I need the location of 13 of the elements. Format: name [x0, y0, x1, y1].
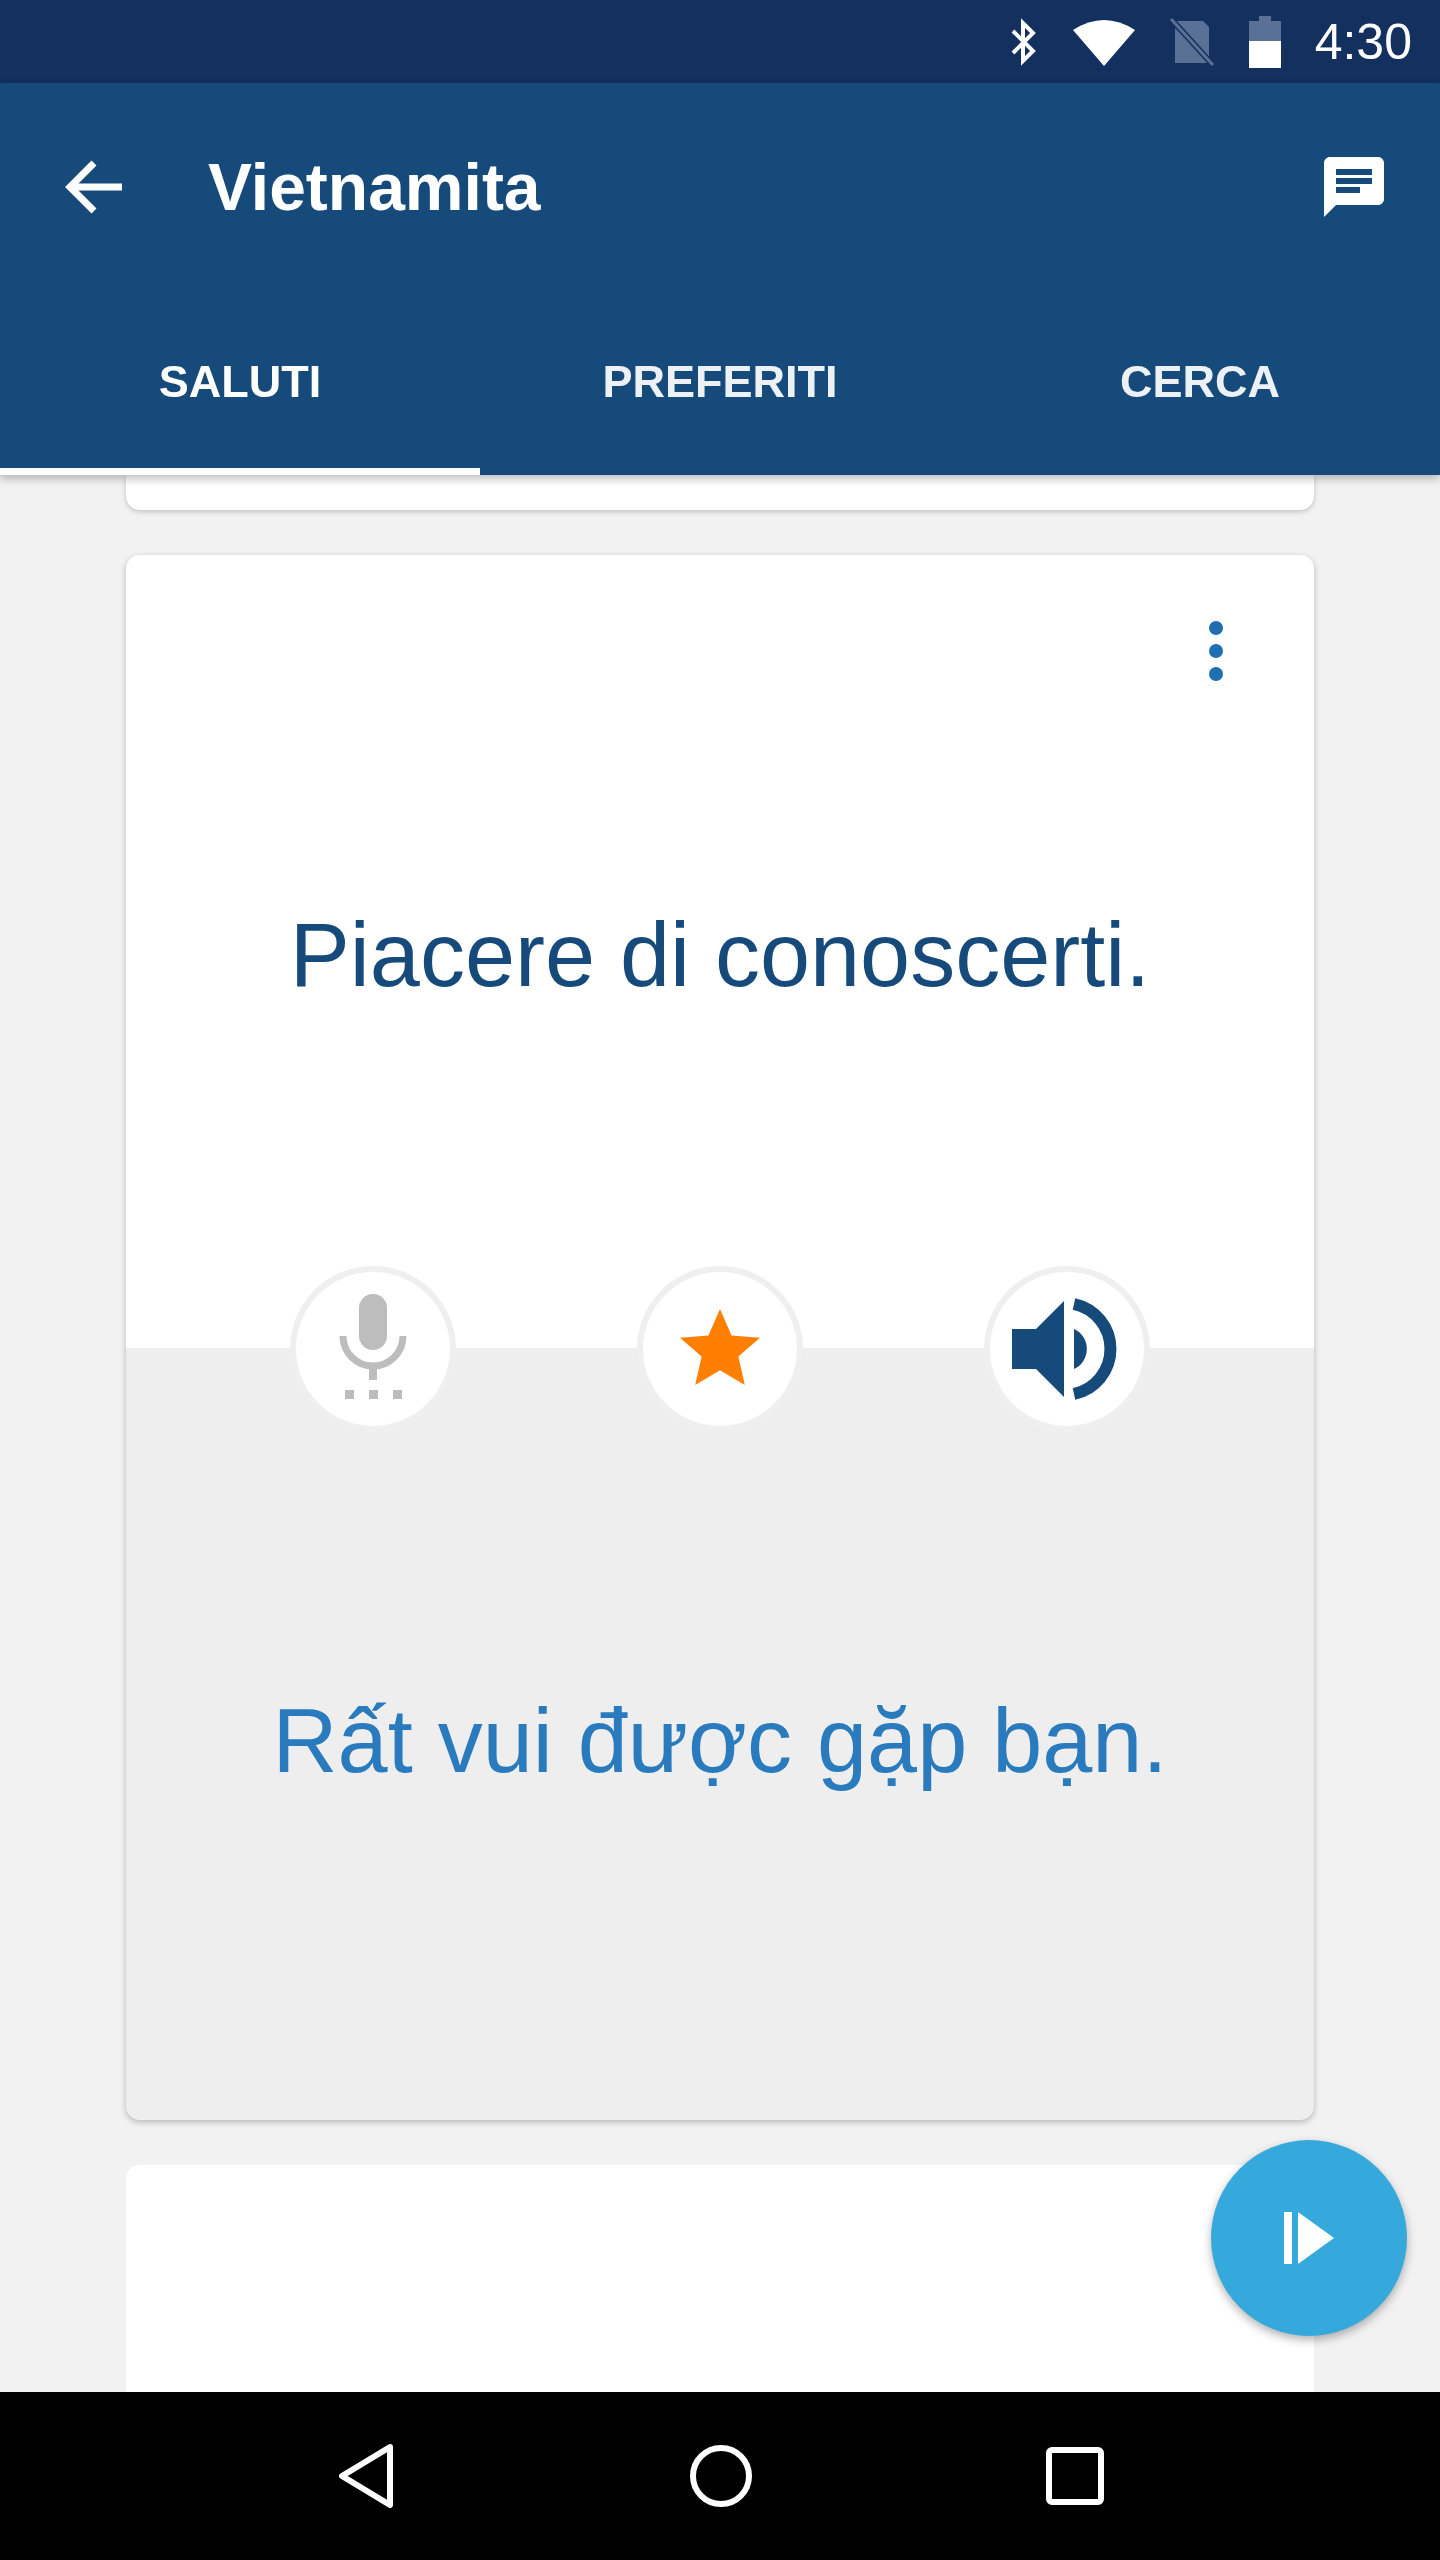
- home-nav-button[interactable]: [689, 2444, 753, 2508]
- translation-text: Rất vui được gặp bạn.: [271, 1690, 1169, 1793]
- page-title: Vietnamita: [208, 148, 542, 225]
- recents-nav-button[interactable]: [1045, 2447, 1104, 2505]
- tab[interactable]: CERCA: [960, 290, 1440, 475]
- no-sim-icon: [1168, 16, 1215, 67]
- wifi-icon: [1072, 17, 1135, 66]
- tab[interactable]: PREFERITI: [480, 290, 960, 475]
- clock-time: 4:30: [1314, 12, 1412, 71]
- more-options-button[interactable]: [1208, 620, 1224, 682]
- phrase-text: Piacere di conoscerti.: [289, 904, 1151, 1007]
- battery-icon: [1248, 15, 1281, 68]
- play-icon: [1284, 2212, 1334, 2264]
